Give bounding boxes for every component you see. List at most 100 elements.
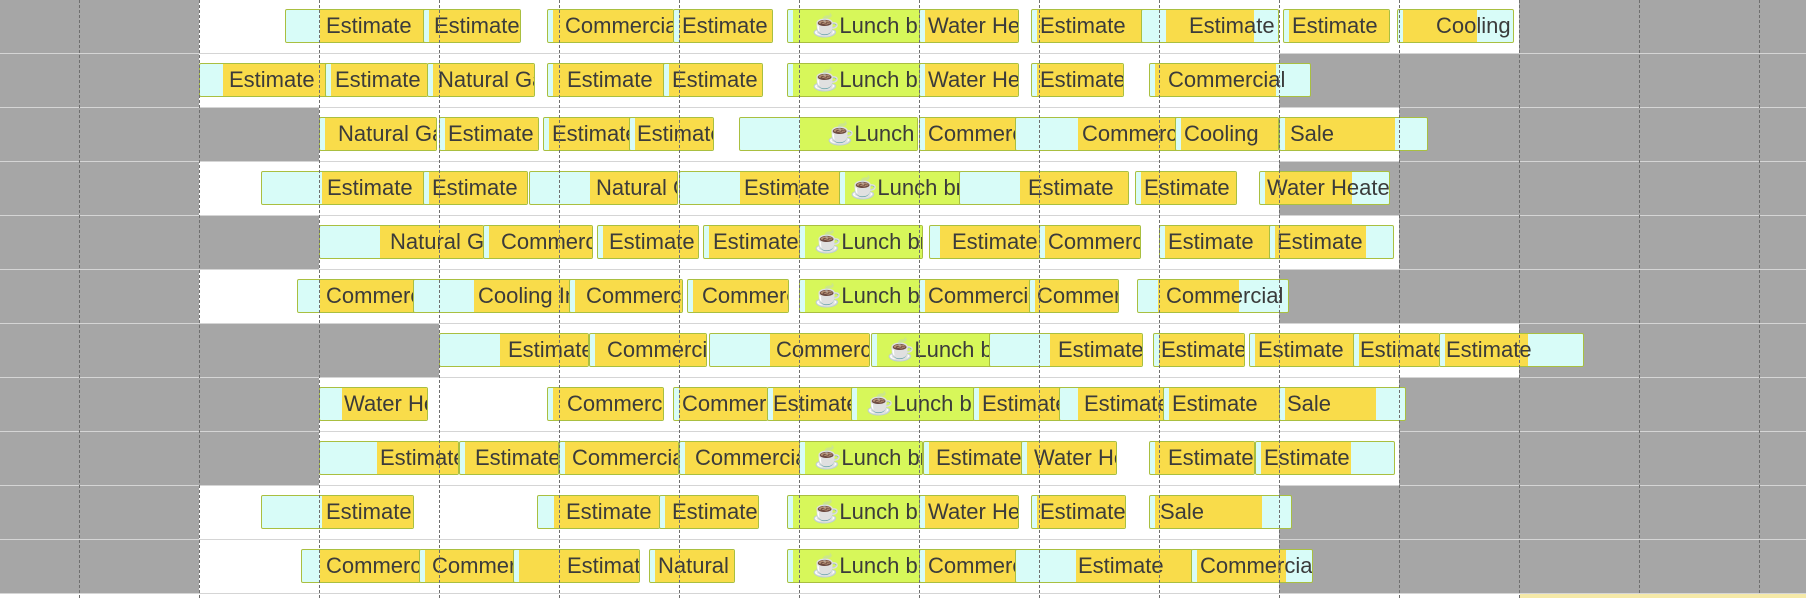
event-commercial[interactable]: Commercial bbox=[1149, 63, 1311, 97]
event-label: Cooling bbox=[1436, 13, 1511, 38]
event-estimate[interactable]: Estimate bbox=[1283, 9, 1390, 43]
event-estimate[interactable]: Estimate bbox=[703, 225, 805, 259]
event-estimate[interactable]: Estimate bbox=[319, 441, 459, 475]
event-estimate[interactable]: Estimate bbox=[767, 387, 863, 421]
event-estimate[interactable]: Estimate bbox=[923, 441, 1023, 475]
event-estimate[interactable]: Estimate bbox=[1141, 9, 1279, 43]
event-natural-gas[interactable]: Natural Gas bbox=[427, 63, 535, 97]
event-estimate[interactable]: Estimate bbox=[261, 495, 414, 529]
lunch-break-event[interactable]: ☕Lunch break bbox=[787, 63, 925, 97]
event-estimate[interactable]: Estimate bbox=[959, 171, 1129, 205]
event-estimate[interactable]: Estimate bbox=[423, 9, 521, 43]
event-estimate[interactable]: Estimate bbox=[1031, 9, 1151, 43]
event-commercial[interactable]: Commercial bbox=[547, 9, 674, 43]
event-commercial[interactable]: Commercial bbox=[687, 279, 789, 313]
event-cooling[interactable]: Cooling bbox=[1175, 117, 1279, 151]
event-cooling[interactable]: Cooling bbox=[1397, 9, 1514, 43]
event-estimate[interactable]: Estimate bbox=[973, 387, 1063, 421]
event-commercial[interactable]: Commercial bbox=[1039, 225, 1141, 259]
event-estimate[interactable]: Estimate bbox=[1269, 225, 1394, 259]
event-commercial[interactable]: Commercial bbox=[919, 549, 1026, 583]
event-estimate[interactable]: Estimate bbox=[547, 63, 666, 97]
lunch-break-event[interactable]: ☕Lunch break bbox=[787, 549, 925, 583]
event-estimate[interactable]: Estimate bbox=[459, 441, 559, 475]
event-estimate[interactable]: Estimate bbox=[261, 171, 425, 205]
event-natural-gas[interactable]: Natural Gas bbox=[319, 225, 484, 259]
event-commercial[interactable]: Commercial bbox=[589, 333, 707, 367]
event-commercial[interactable]: Commercial bbox=[673, 387, 768, 421]
event-estimate[interactable]: Estimate bbox=[659, 495, 759, 529]
event-label: Estimate bbox=[609, 229, 695, 254]
lunch-break-event[interactable]: ☕Lunch break bbox=[787, 495, 925, 529]
event-natural-gas[interactable]: Natural Gas bbox=[319, 117, 437, 151]
event-estimate[interactable]: Estimate bbox=[285, 9, 431, 43]
event-estimate[interactable]: Estimate bbox=[537, 495, 660, 529]
event-estimate[interactable]: Estimate bbox=[929, 225, 1040, 259]
event-estimate[interactable]: Estimate bbox=[1163, 387, 1283, 421]
event-sale[interactable]: Sale bbox=[1279, 117, 1428, 151]
event-estimate[interactable]: Estimate bbox=[513, 549, 640, 583]
event-estimate[interactable]: Estimate bbox=[1059, 387, 1167, 421]
lunch-break-event[interactable]: ☕Lunch break bbox=[787, 9, 925, 43]
event-sale[interactable]: Sale bbox=[1279, 387, 1406, 421]
event-commercial[interactable]: Commercial bbox=[569, 279, 683, 313]
next-row-event-edge bbox=[1520, 594, 1806, 598]
event-estimate[interactable]: Estimate bbox=[1031, 63, 1124, 97]
event-estimate[interactable]: Estimate bbox=[663, 63, 763, 97]
event-label: Commercial bbox=[607, 337, 707, 362]
event-estimate[interactable]: Estimate bbox=[543, 117, 635, 151]
event-commercial[interactable]: Commercial bbox=[679, 441, 801, 475]
event-estimate[interactable]: Estimate bbox=[1015, 549, 1193, 583]
event-estimate[interactable]: Estimate bbox=[1149, 441, 1255, 475]
lunch-break-event[interactable]: ☕Lunch break bbox=[739, 117, 918, 151]
event-estimate[interactable]: Estimate bbox=[629, 117, 714, 151]
event-commercial[interactable]: Commercial bbox=[297, 279, 428, 313]
lunch-break-event[interactable]: ☕Lunch break bbox=[799, 225, 923, 259]
event-water-heater[interactable]: Water Heater bbox=[919, 495, 1019, 529]
event-estimate[interactable]: Estimate bbox=[1439, 333, 1584, 367]
event-label: Commercial bbox=[572, 445, 679, 470]
event-natural-gas[interactable]: Natural Gas bbox=[649, 549, 735, 583]
event-commercial[interactable]: Commercial bbox=[1029, 279, 1119, 313]
event-estimate[interactable]: Estimate bbox=[989, 333, 1143, 367]
event-estimate[interactable]: Estimate bbox=[597, 225, 699, 259]
event-commercial[interactable]: Commercial bbox=[709, 333, 870, 367]
event-commercial[interactable]: Commercial bbox=[1191, 549, 1313, 583]
lunch-break-event[interactable]: ☕Lunch break bbox=[799, 279, 923, 313]
event-estimate[interactable]: Estimate bbox=[679, 171, 842, 205]
lunch-break-event[interactable]: ☕Lunch break bbox=[839, 171, 961, 205]
event-estimate[interactable]: Estimate bbox=[1135, 171, 1237, 205]
event-label: Estimate bbox=[682, 13, 768, 38]
event-water-heater[interactable]: Water Heater bbox=[919, 63, 1019, 97]
lunch-break-event[interactable]: ☕Lunch break bbox=[799, 441, 923, 475]
event-commercial[interactable]: Commercial bbox=[559, 441, 679, 475]
event-commercial[interactable]: Commercial bbox=[1015, 117, 1190, 151]
event-sale[interactable]: Sale bbox=[1149, 495, 1292, 529]
event-water-heater[interactable]: Water Heater bbox=[319, 387, 428, 421]
lunch-break-event[interactable]: ☕Lunch break bbox=[851, 387, 975, 421]
event-commercial[interactable]: Commercial bbox=[919, 279, 1032, 313]
event-estimate[interactable]: Estimate bbox=[1153, 333, 1245, 367]
event-water-heater[interactable]: Water Heater bbox=[919, 9, 1019, 43]
event-estimate[interactable]: Estimate bbox=[1159, 225, 1280, 259]
event-estimate[interactable]: Estimate bbox=[199, 63, 332, 97]
event-commercial[interactable]: Commercial bbox=[919, 117, 1028, 151]
event-commercial[interactable]: Commercial bbox=[547, 387, 664, 421]
event-commercial[interactable]: Commercial bbox=[419, 549, 519, 583]
event-estimate[interactable]: Estimate bbox=[673, 9, 773, 43]
non-working-time bbox=[0, 0, 199, 53]
event-estimate[interactable]: Estimate bbox=[1255, 441, 1395, 475]
lunch-break-event[interactable]: ☕Lunch break bbox=[871, 333, 997, 367]
event-estimate[interactable]: Estimate bbox=[1031, 495, 1126, 529]
event-water-heater[interactable]: Water Heater bbox=[1021, 441, 1117, 475]
event-label: ☕Lunch break bbox=[812, 553, 925, 578]
event-estimate[interactable]: Estimate bbox=[439, 333, 589, 367]
event-natural-gas[interactable]: Natural Gas bbox=[529, 171, 678, 205]
event-cooling-install[interactable]: Cooling Install bbox=[413, 279, 577, 313]
event-estimate[interactable]: Estimate bbox=[325, 63, 428, 97]
event-estimate[interactable]: Estimate bbox=[1353, 333, 1440, 367]
event-commercial[interactable]: Commercial bbox=[483, 225, 593, 259]
event-estimate[interactable]: Estimate bbox=[1249, 333, 1359, 367]
event-label: Estimate bbox=[1172, 391, 1258, 416]
event-estimate[interactable]: Estimate bbox=[439, 117, 539, 151]
